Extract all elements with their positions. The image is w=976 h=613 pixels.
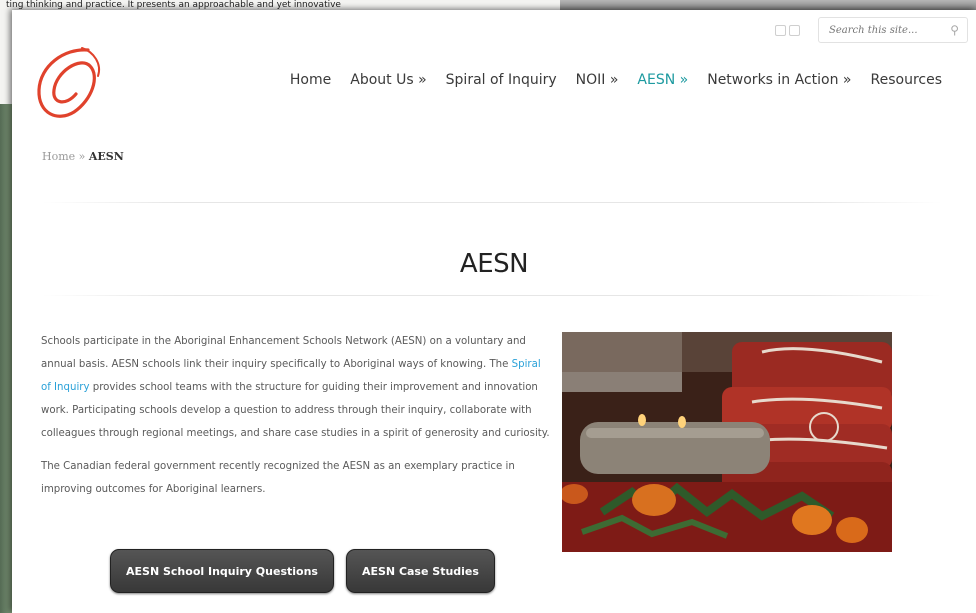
social-icons xyxy=(775,24,800,36)
page-title: AESN xyxy=(459,249,529,280)
breadcrumb-separator: » xyxy=(75,150,89,163)
intro-text-end: provides school teams with the structure… xyxy=(41,382,550,439)
site-logo[interactable] xyxy=(34,42,108,126)
nav-noii[interactable]: NOII » xyxy=(576,72,619,88)
nav-aesn[interactable]: AESN » xyxy=(637,72,688,88)
breadcrumb-current: AESN xyxy=(88,150,124,163)
background-document-side xyxy=(0,14,12,104)
breadcrumb-home[interactable]: Home xyxy=(42,150,75,163)
browser-window: ⚲ Home About Us » Spiral of Inquiry NOII… xyxy=(12,10,976,613)
nav-networks-in-action[interactable]: Networks in Action » xyxy=(707,72,851,88)
main-nav: Home About Us » Spiral of Inquiry NOII »… xyxy=(290,72,942,88)
rss-icon[interactable] xyxy=(775,24,786,36)
featured-photo xyxy=(562,332,892,552)
intro-text-start: Schools participate in the Aboriginal En… xyxy=(41,336,526,370)
background-document-text: ting thinking and practice. It presents … xyxy=(6,0,341,10)
header-utility: ⚲ xyxy=(775,16,968,44)
search-input[interactable] xyxy=(827,23,941,37)
nav-spiral-of-inquiry[interactable]: Spiral of Inquiry xyxy=(446,72,557,88)
content-text: Schools participate in the Aboriginal En… xyxy=(41,330,553,511)
nav-about-us[interactable]: About Us » xyxy=(350,72,426,88)
breadcrumb: Home » AESN xyxy=(42,150,124,163)
action-buttons: AESN School Inquiry Questions AESN Case … xyxy=(110,549,495,593)
mail-icon[interactable] xyxy=(789,24,800,36)
search-icon[interactable]: ⚲ xyxy=(950,23,959,37)
intro-paragraph: Schools participate in the Aboriginal En… xyxy=(41,330,553,445)
inquiry-questions-button[interactable]: AESN School Inquiry Questions xyxy=(110,549,334,593)
search-box[interactable]: ⚲ xyxy=(818,17,968,43)
nav-resources[interactable]: Resources xyxy=(871,72,943,88)
case-studies-button[interactable]: AESN Case Studies xyxy=(345,549,495,593)
nav-home[interactable]: Home xyxy=(290,72,331,88)
recognition-paragraph: The Canadian federal government recently… xyxy=(41,461,515,495)
divider-bottom xyxy=(42,295,942,296)
divider-top xyxy=(42,202,942,203)
